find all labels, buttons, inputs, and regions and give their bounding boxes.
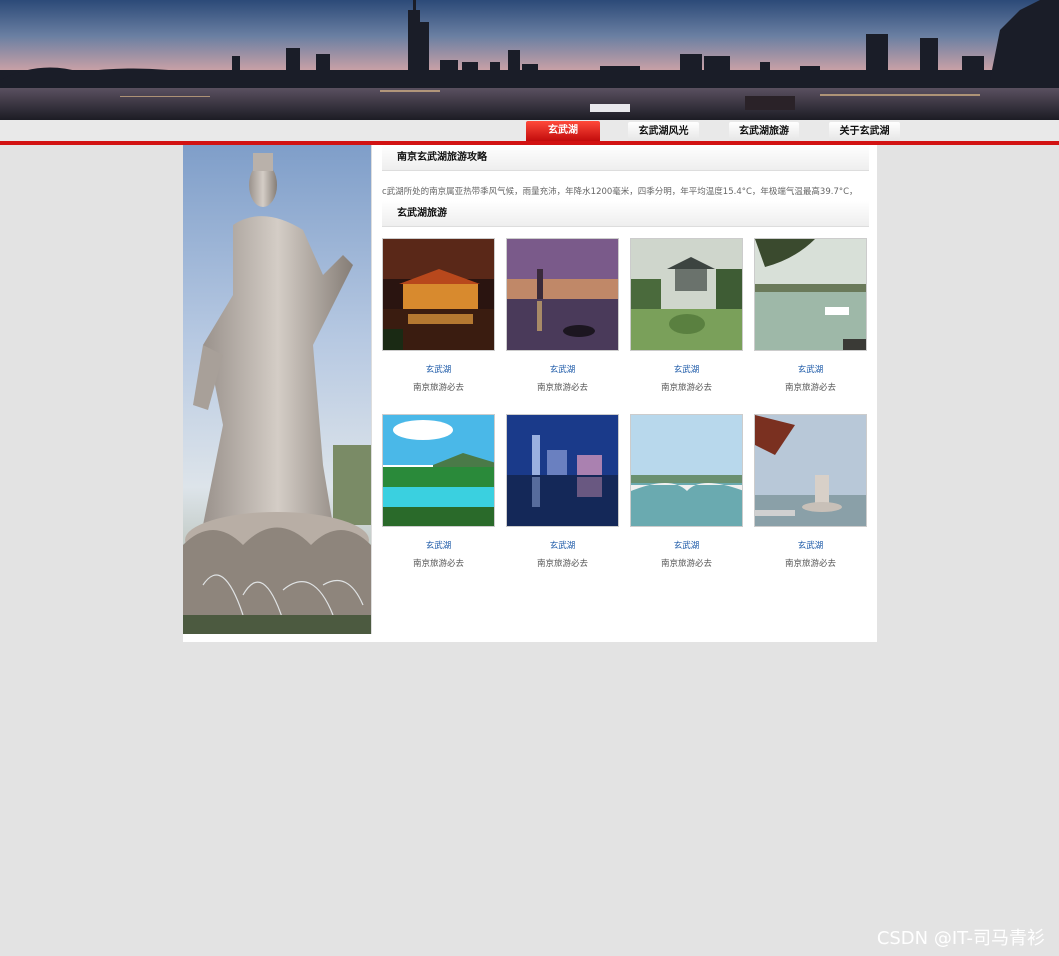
nav-item-xuanwuhu[interactable]: 玄武湖 (526, 121, 600, 141)
main-content: 南京玄武湖旅游攻略 c武湖所处的南京属亚热带季风气候，雨量充沛，年降水1200毫… (183, 145, 877, 642)
card-subtitle: 南京旅游必去 (536, 383, 588, 393)
nav-item-about[interactable]: 关于玄武湖 (829, 122, 900, 141)
card-subtitle: 南京旅游必去 (784, 559, 836, 569)
photo-pavilion-pond[interactable] (630, 238, 743, 351)
card-subtitle: 南京旅游必去 (660, 559, 712, 569)
photo-night-palace[interactable] (382, 238, 495, 351)
photo-city-night[interactable] (506, 414, 619, 527)
card-title[interactable]: 玄武湖 (506, 539, 619, 551)
card-title[interactable]: 玄武湖 (630, 539, 743, 551)
card-title[interactable]: 玄武湖 (630, 363, 743, 375)
csdn-watermark: CSDN @IT-司马青衫 (876, 928, 1045, 949)
photo-lake-boat[interactable] (754, 238, 867, 351)
nav-item-tourism[interactable]: 玄武湖旅游 (729, 122, 799, 141)
card-subtitle: 南京旅游必去 (412, 559, 464, 569)
card-subtitle: 南京旅游必去 (536, 559, 588, 569)
photo-statue-lake[interactable] (754, 414, 867, 527)
header-banner-image (0, 0, 1059, 120)
card-subtitle: 南京旅游必去 (784, 383, 836, 393)
statue-image (183, 145, 372, 634)
guide-intro-text: c武湖所处的南京属亚热带季风气候，雨量充沛，年降水1200毫米，四季分明，年平均… (382, 187, 858, 197)
card-subtitle: 南京旅游必去 (412, 383, 464, 393)
card-subtitle: 南京旅游必去 (660, 383, 712, 393)
tour-heading: 玄武湖旅游 (382, 201, 869, 227)
card-title[interactable]: 玄武湖 (506, 363, 619, 375)
card-title[interactable]: 玄武湖 (754, 363, 867, 375)
card-title[interactable]: 玄武湖 (754, 539, 867, 551)
photo-sunset-lake[interactable] (506, 238, 619, 351)
nav-item-scenery[interactable]: 玄武湖风光 (628, 122, 699, 141)
card-title[interactable]: 玄武湖 (382, 363, 495, 375)
guide-heading: 南京玄武湖旅游攻略 (382, 145, 869, 171)
photo-arch-bridge[interactable] (630, 414, 743, 527)
card-title[interactable]: 玄武湖 (382, 539, 495, 551)
photo-green-shore[interactable] (382, 414, 495, 527)
